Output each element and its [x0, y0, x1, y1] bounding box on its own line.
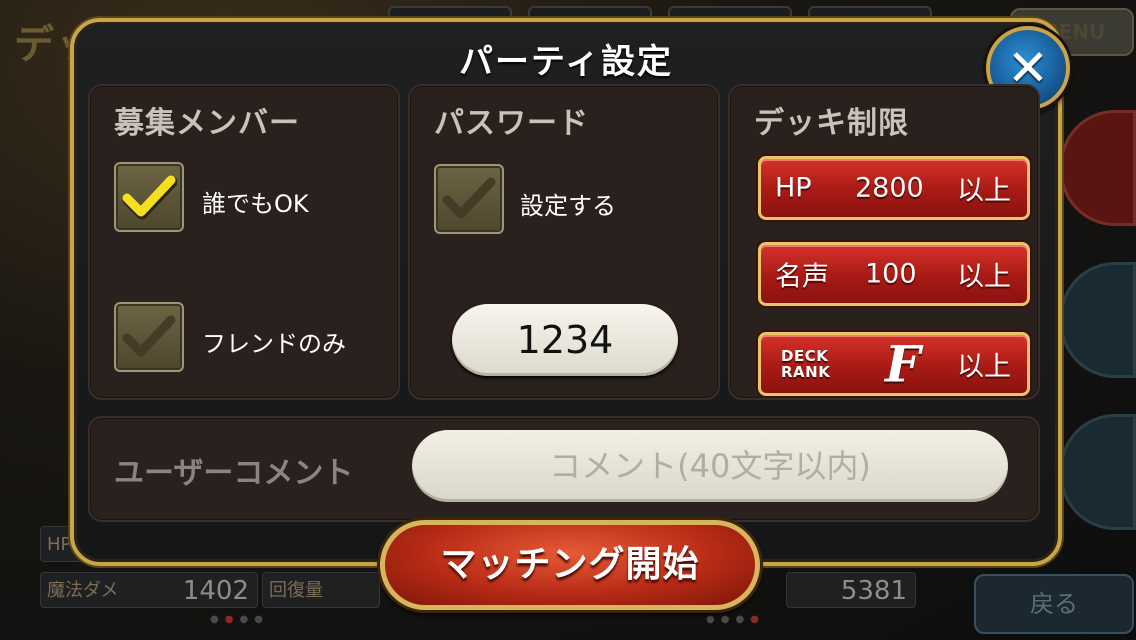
- recruit-heading: 募集メンバー: [114, 106, 300, 141]
- back-button[interactable]: 戻る: [974, 574, 1134, 634]
- deck-rank-label: DECK RANK: [781, 348, 830, 380]
- checkmark-icon: [122, 315, 176, 357]
- password-enable-checkbox[interactable]: [434, 164, 504, 234]
- password-heading: パスワード: [434, 106, 589, 141]
- password-input[interactable]: 1234: [452, 304, 678, 376]
- anyone-ok-checkbox[interactable]: [114, 162, 184, 232]
- background-magic-dmg-stat: 魔法ダメ 1402: [40, 572, 258, 608]
- user-comment-panel: ユーザーコメント コメント(40文字以内): [88, 416, 1040, 522]
- friends-only-label: フレンドのみ: [202, 330, 346, 358]
- deck-rank-label-line2: RANK: [781, 363, 831, 381]
- friends-only-checkbox[interactable]: [114, 302, 184, 372]
- background-recovery-stat: 回復量: [262, 572, 380, 608]
- checkmark-icon: [442, 177, 496, 219]
- hp-limit-value: 2800: [855, 172, 924, 204]
- stat-value: 5381: [840, 576, 907, 606]
- deck-rank-label-line1: DECK: [781, 347, 829, 365]
- user-comment-label: ユーザーコメント: [114, 456, 354, 491]
- fame-limit-suffix: 以上: [957, 261, 1011, 293]
- deck-rank-limit-button[interactable]: DECK RANK F 以上: [758, 332, 1030, 396]
- stat-label: 回復量: [269, 580, 323, 601]
- hp-limit-label: HP: [775, 172, 812, 204]
- start-matching-button[interactable]: マッチング開始: [380, 520, 760, 610]
- stat-label: 魔法ダメ: [47, 580, 119, 601]
- fame-limit-button[interactable]: 名声 100 以上: [758, 242, 1030, 306]
- deck-rank-suffix: 以上: [957, 351, 1011, 383]
- dialog-title: パーティ設定: [459, 42, 673, 82]
- fame-limit-value: 100: [865, 258, 917, 290]
- password-enable-label: 設定する: [520, 192, 616, 220]
- user-comment-input[interactable]: コメント(40文字以内): [412, 430, 1008, 502]
- stat-value: 1402: [182, 576, 249, 606]
- anyone-ok-label: 誰でもOK: [202, 190, 309, 218]
- checkmark-icon: [122, 175, 177, 220]
- fame-limit-label: 名声: [775, 261, 829, 293]
- deck-limit-heading: デッキ制限: [754, 106, 909, 141]
- background-card-stat: 5381: [786, 572, 916, 608]
- page-indicator: ●●●●: [210, 614, 269, 625]
- deck-rank-value: F: [885, 334, 921, 394]
- hp-limit-button[interactable]: HP 2800 以上: [758, 156, 1030, 220]
- hp-limit-suffix: 以上: [957, 175, 1011, 207]
- stat-label: HP: [47, 534, 72, 555]
- page-indicator: ●●●●: [706, 614, 765, 625]
